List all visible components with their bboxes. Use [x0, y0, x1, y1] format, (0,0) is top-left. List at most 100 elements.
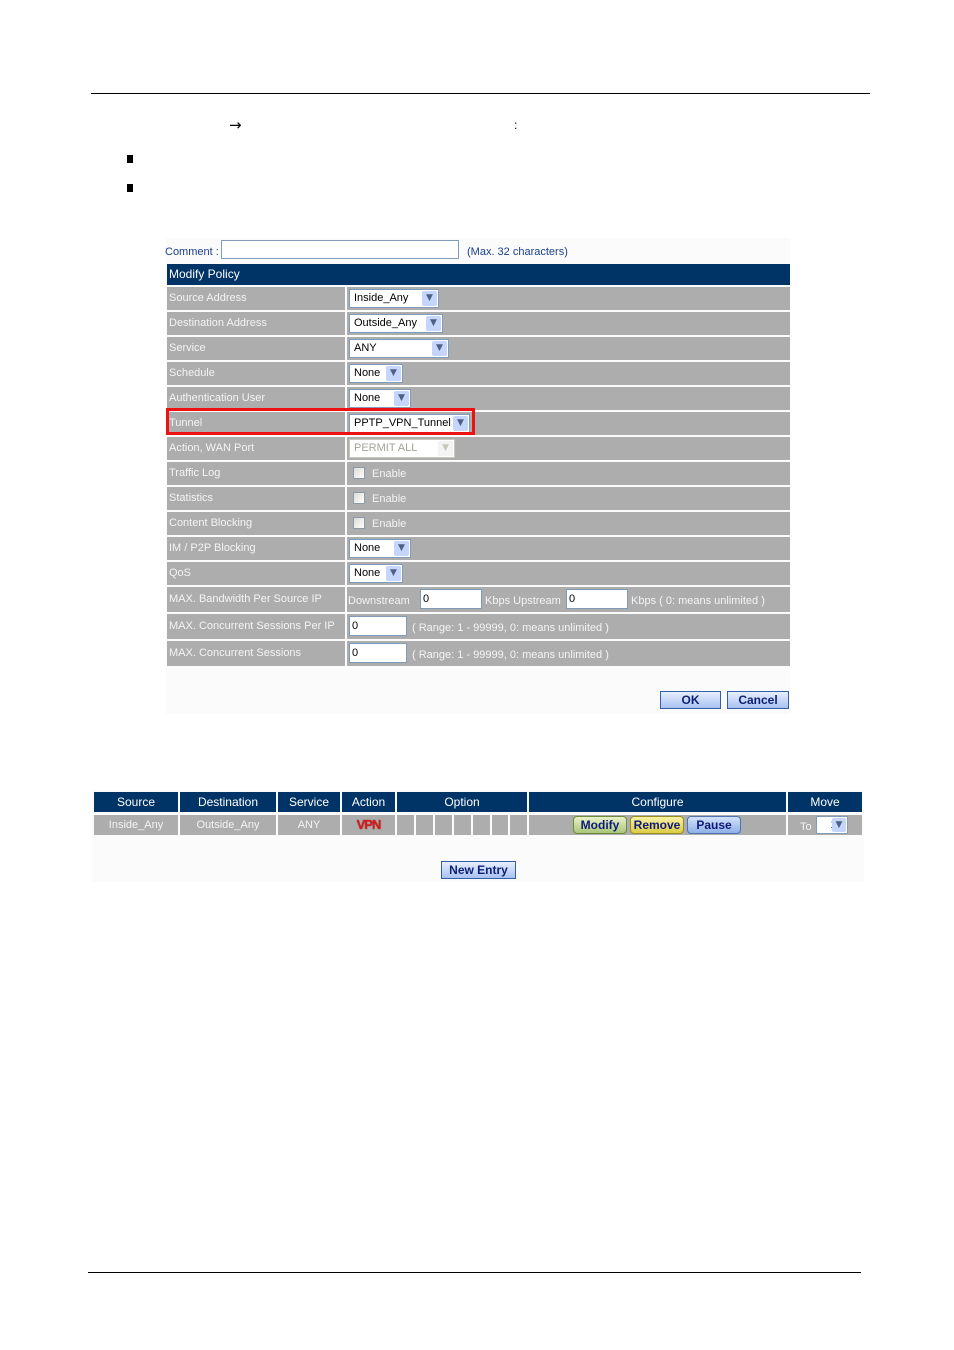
- cancel-button[interactable]: Cancel: [727, 691, 789, 709]
- upstream-label: Kbps Upstream: [485, 595, 561, 607]
- footer-rule: [88, 1272, 861, 1273]
- row-content-blocking: Content Blocking Enable: [167, 512, 790, 535]
- option-cell: [397, 815, 414, 835]
- header-source: Source: [94, 792, 178, 812]
- chevron-down-icon: ▼: [394, 541, 409, 556]
- downstream-input[interactable]: [420, 589, 482, 609]
- option-cell: [416, 815, 433, 835]
- statistics-enable-label: Enable: [372, 493, 407, 505]
- selected-value: None: [354, 392, 381, 404]
- chevron-down-icon: ▼: [832, 818, 846, 832]
- chevron-down-icon: ▼: [386, 566, 401, 581]
- cell-move: To 1▼: [788, 815, 862, 835]
- bullet-square-icon: [127, 155, 133, 163]
- comment-hint: (Max. 32 characters): [467, 246, 568, 258]
- action-wan-port-select: PERMIT ALL ▼: [349, 439, 455, 458]
- chevron-down-icon: ▼: [432, 341, 447, 356]
- ok-button[interactable]: OK: [660, 691, 721, 709]
- qos-select[interactable]: None ▼: [349, 564, 403, 583]
- authentication-user-select[interactable]: None ▼: [349, 389, 411, 408]
- action-wan-port-label: Action, WAN Port: [167, 437, 345, 460]
- header-action: Action: [342, 792, 395, 812]
- new-entry-button[interactable]: New Entry: [441, 861, 516, 879]
- header-destination: Destination: [180, 792, 276, 812]
- source-address-select[interactable]: Inside_Any ▼: [349, 289, 439, 308]
- max-sessions-per-ip-hint: ( Range: 1 - 99999, 0: means unlimited ): [412, 622, 609, 634]
- traffic-log-checkbox[interactable]: [353, 467, 365, 479]
- source-address-label: Source Address: [167, 287, 345, 310]
- row-service: Service ANY ▼: [167, 337, 790, 360]
- selected-value: None: [354, 567, 381, 579]
- chevron-down-icon: ▼: [422, 291, 437, 306]
- option-cell: [435, 815, 452, 835]
- pause-button[interactable]: Pause: [687, 816, 741, 834]
- traffic-log-label: Traffic Log: [167, 462, 345, 485]
- service-select[interactable]: ANY ▼: [349, 339, 449, 358]
- chevron-down-icon: ▼: [426, 316, 441, 331]
- form-title: Modify Policy: [167, 264, 790, 285]
- move-position-select[interactable]: 1▼: [816, 816, 848, 834]
- row-authentication-user: Authentication User None ▼: [167, 387, 790, 410]
- option-cell: [473, 815, 490, 835]
- bandwidth-hint: Kbps ( 0: means unlimited ): [631, 595, 765, 607]
- service-label: Service: [167, 337, 345, 360]
- cell-source: Inside_Any: [94, 815, 178, 835]
- selected-value: Outside_Any: [354, 317, 417, 329]
- max-sessions-label: MAX. Concurrent Sessions: [167, 641, 345, 666]
- header-service: Service: [278, 792, 340, 812]
- authentication-user-label: Authentication User: [167, 387, 345, 410]
- cell-service: ANY: [278, 815, 340, 835]
- max-bandwidth-label: MAX. Bandwidth Per Source IP: [167, 587, 345, 612]
- chevron-down-icon: ▼: [386, 366, 401, 381]
- statistics-checkbox[interactable]: [353, 492, 365, 504]
- arrow-right-icon: →: [229, 116, 242, 134]
- schedule-select[interactable]: None ▼: [349, 364, 403, 383]
- option-cell: [510, 815, 527, 835]
- downstream-label: Downstream: [348, 595, 410, 607]
- row-schedule: Schedule None ▼: [167, 362, 790, 385]
- modify-button[interactable]: Modify: [573, 816, 627, 834]
- im-p2p-blocking-select[interactable]: None ▼: [349, 539, 411, 558]
- option-cell: [492, 815, 508, 835]
- max-sessions-input[interactable]: [349, 643, 407, 663]
- header-rule: [91, 93, 870, 94]
- row-max-sessions-per-ip: MAX. Concurrent Sessions Per IP ( Range:…: [167, 614, 790, 639]
- max-sessions-hint: ( Range: 1 - 99999, 0: means unlimited ): [412, 649, 609, 661]
- destination-address-select[interactable]: Outside_Any ▼: [349, 314, 443, 333]
- row-im-p2p-blocking: IM / P2P Blocking None ▼: [167, 537, 790, 560]
- comment-input[interactable]: [221, 240, 459, 259]
- header-move: Move: [788, 792, 862, 812]
- qos-label: QoS: [167, 562, 345, 585]
- cell-action: VPN: [342, 815, 395, 835]
- im-p2p-blocking-label: IM / P2P Blocking: [167, 537, 345, 560]
- destination-address-label: Destination Address: [167, 312, 345, 335]
- row-statistics: Statistics Enable: [167, 487, 790, 510]
- header-configure: Configure: [529, 792, 786, 812]
- chevron-down-icon: ▼: [438, 441, 453, 456]
- remove-button[interactable]: Remove: [630, 816, 684, 834]
- option-cell: [454, 815, 471, 835]
- bullet-square-icon: [127, 184, 133, 192]
- row-max-bandwidth: MAX. Bandwidth Per Source IP Downstream …: [167, 587, 790, 612]
- upstream-input[interactable]: [566, 589, 628, 609]
- vpn-action-icon: VPN: [356, 817, 382, 832]
- header-option: Option: [397, 792, 527, 812]
- row-source-address: Source Address Inside_Any ▼: [167, 287, 790, 310]
- move-to-label: To: [800, 821, 812, 833]
- comment-label: Comment :: [165, 246, 219, 258]
- tunnel-highlight-box: [166, 408, 475, 435]
- schedule-label: Schedule: [167, 362, 345, 385]
- row-traffic-log: Traffic Log Enable: [167, 462, 790, 485]
- cell-destination: Outside_Any: [180, 815, 276, 835]
- selected-value: None: [354, 367, 381, 379]
- content-blocking-checkbox[interactable]: [353, 517, 365, 529]
- selected-value: None: [354, 542, 381, 554]
- selected-value: Inside_Any: [354, 292, 409, 304]
- max-sessions-per-ip-input[interactable]: [349, 616, 407, 636]
- traffic-log-enable-label: Enable: [372, 468, 407, 480]
- chevron-down-icon: ▼: [394, 391, 409, 406]
- row-qos: QoS None ▼: [167, 562, 790, 585]
- content-blocking-enable-label: Enable: [372, 518, 407, 530]
- content-blocking-label: Content Blocking: [167, 512, 345, 535]
- selected-value: ANY: [354, 342, 377, 354]
